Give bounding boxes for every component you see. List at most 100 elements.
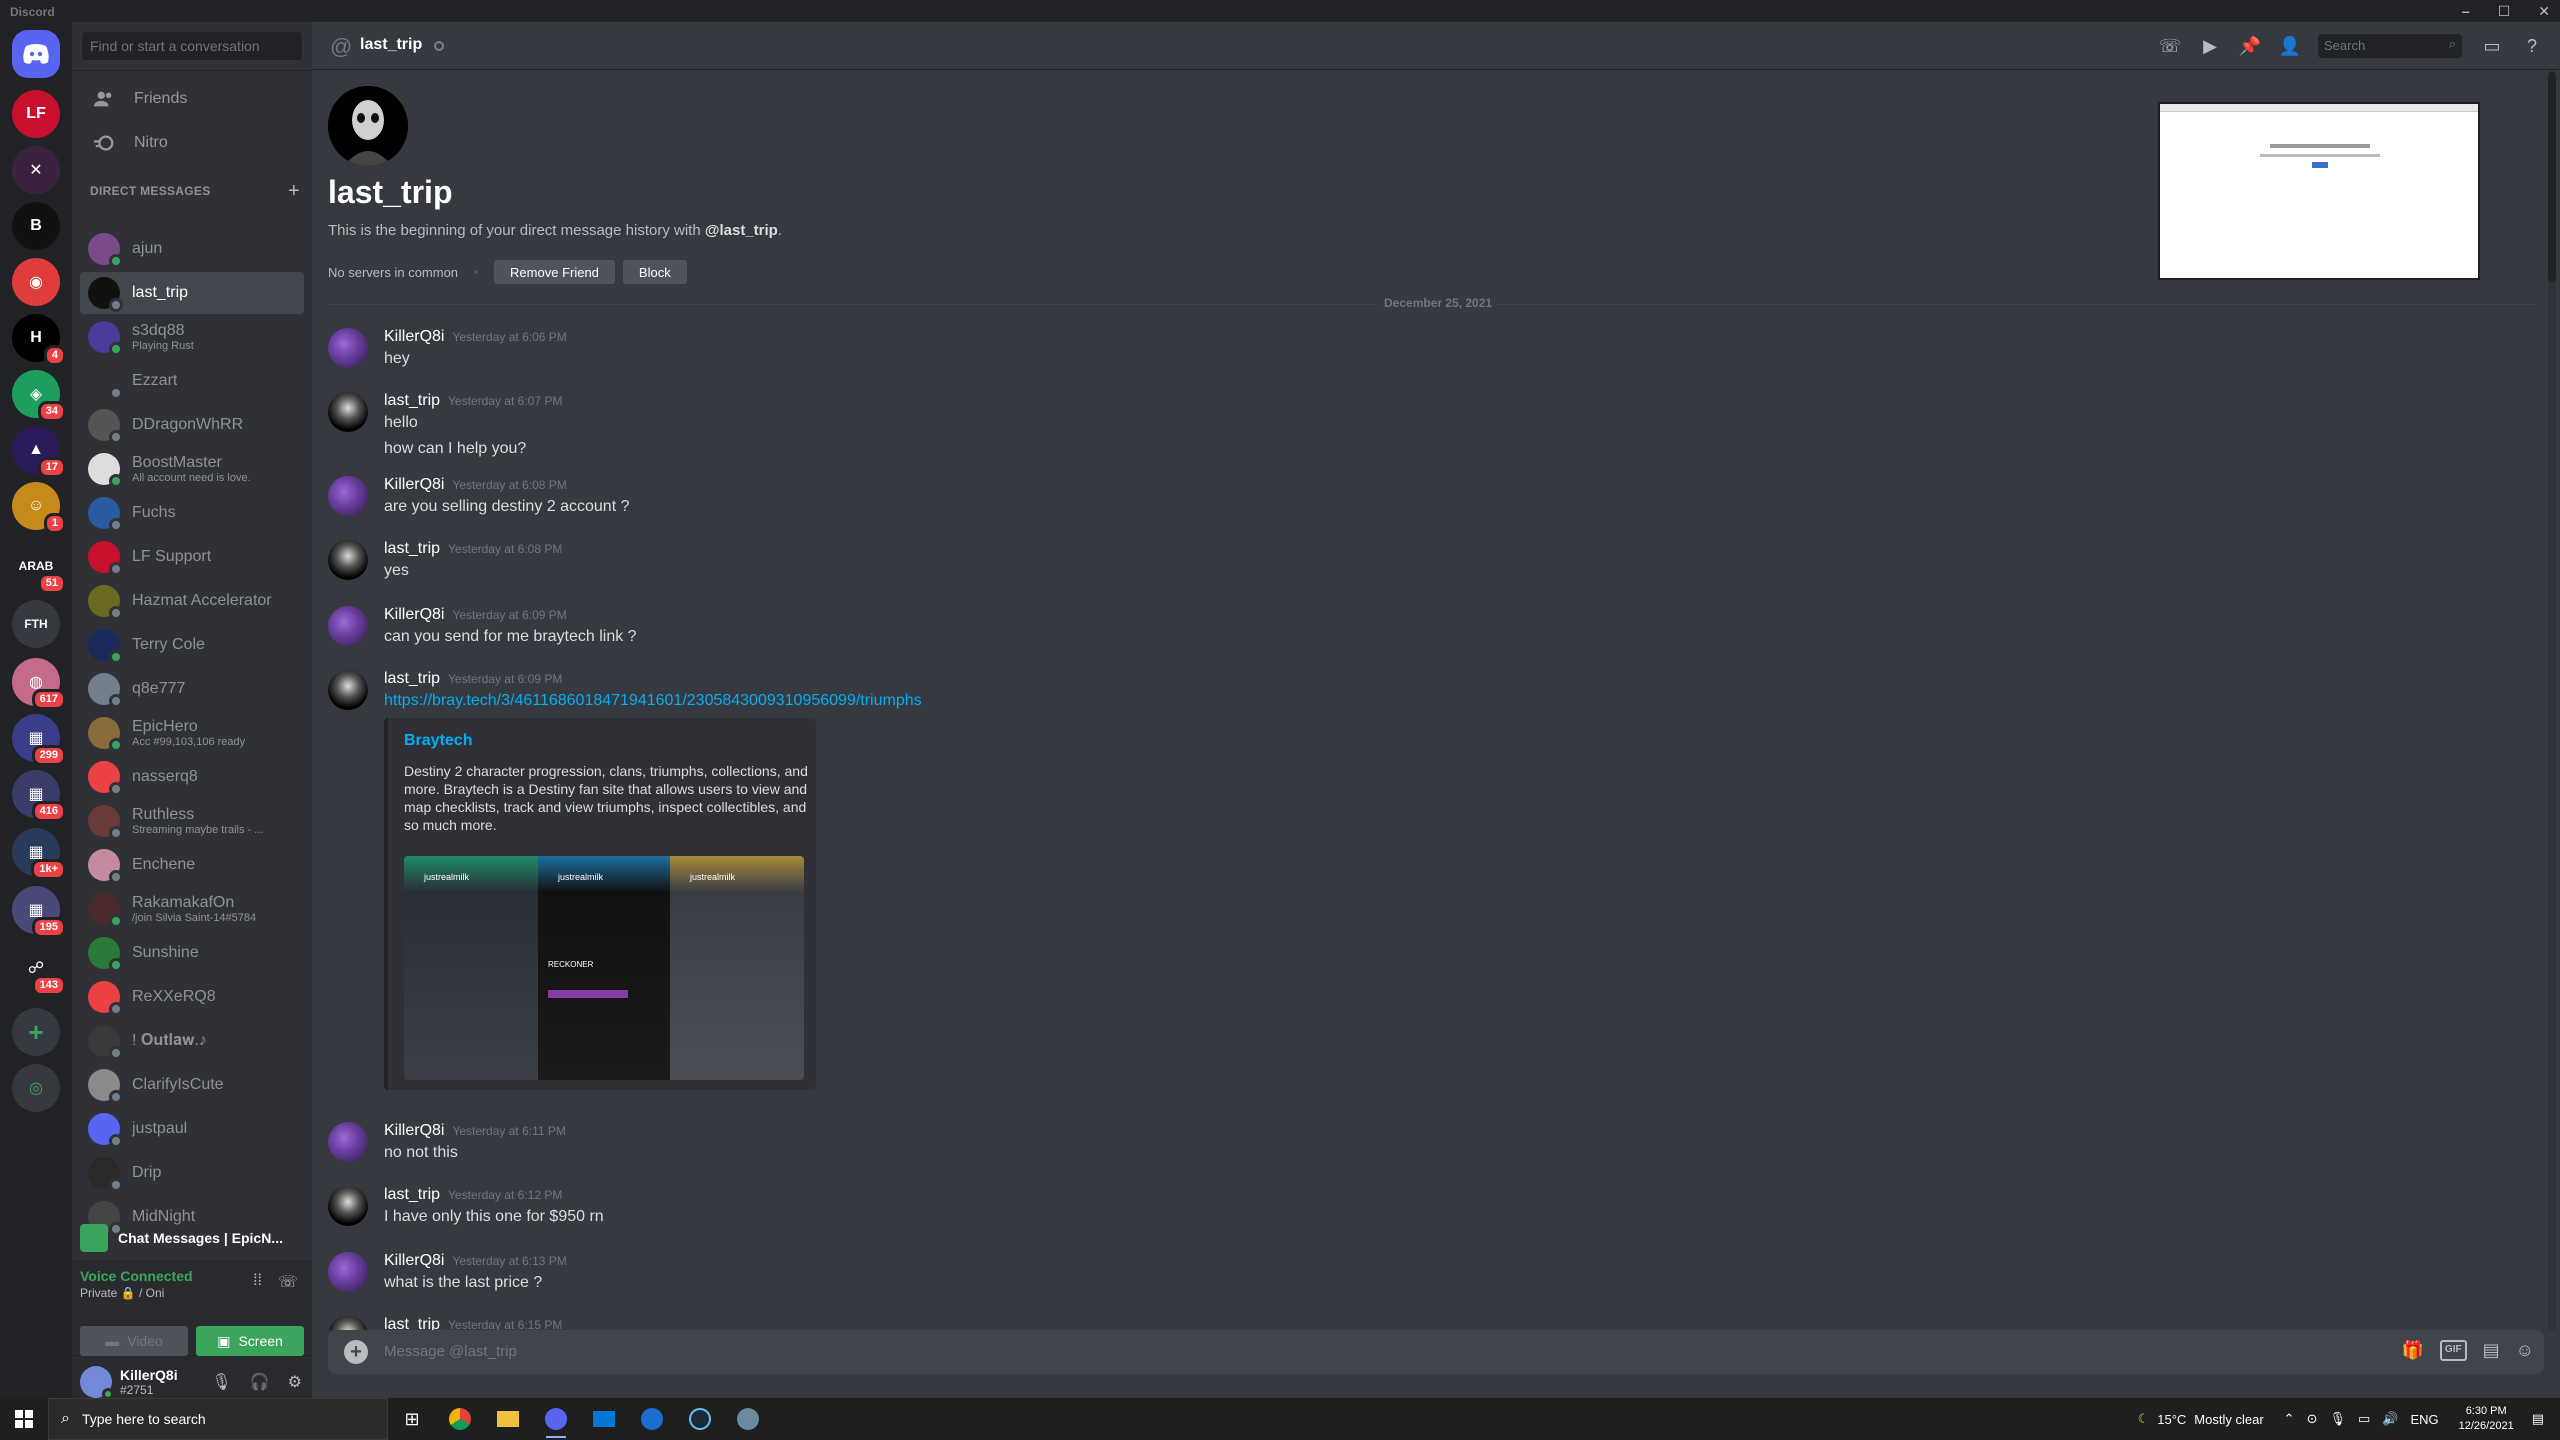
- chrome-icon[interactable]: [436, 1398, 484, 1440]
- message-composer[interactable]: + Message @last_trip 🎁 GIF ▤ ☺: [328, 1330, 2544, 1374]
- dm-item[interactable]: nasserq8: [80, 756, 304, 798]
- voice-connected-label[interactable]: Voice Connected: [80, 1268, 193, 1284]
- dm-item[interactable]: Terry Cole: [80, 624, 304, 666]
- server-icon-11[interactable]: ◍ 617: [12, 658, 66, 710]
- app2-icon[interactable]: [724, 1398, 772, 1440]
- dm-item[interactable]: ! 𝐎𝐮𝐭𝐥𝐚𝐰.♪: [80, 1020, 304, 1062]
- friends-nav-item[interactable]: Friends: [80, 78, 304, 120]
- server-icon-14[interactable]: ▦ 1k+: [12, 828, 66, 880]
- avatar[interactable]: [328, 606, 368, 646]
- dm-item[interactable]: Ezzart: [80, 360, 304, 402]
- server-icon-9[interactable]: ARAB 51: [12, 542, 66, 594]
- dm-item[interactable]: LF Support: [80, 536, 304, 578]
- windows-start-icon[interactable]: [0, 1398, 48, 1440]
- microphone-icon[interactable]: 🎙: [211, 1372, 231, 1392]
- dm-item[interactable]: ClarifyIsCute: [80, 1064, 304, 1106]
- server-icon-16[interactable]: ☍ 143: [12, 944, 66, 996]
- message-link[interactable]: https://bray.tech/3/4611686018471941601/…: [384, 692, 922, 710]
- message-author[interactable]: KillerQ8i: [384, 476, 444, 493]
- server-icon-1[interactable]: LF: [12, 90, 60, 138]
- gift-icon[interactable]: 🎁: [2402, 1340, 2424, 1361]
- inbox-icon[interactable]: ▭: [2480, 34, 2504, 58]
- video-call-icon[interactable]: ▶: [2198, 34, 2222, 58]
- message-author[interactable]: KillerQ8i: [384, 328, 444, 345]
- message-author[interactable]: last_trip: [384, 540, 440, 557]
- tray-app-icon[interactable]: ⊙: [2307, 1411, 2318, 1427]
- settings-gear-icon[interactable]: ⚙: [288, 1372, 302, 1392]
- task-view-icon[interactable]: ⊞: [388, 1398, 436, 1440]
- message-author[interactable]: KillerQ8i: [384, 1252, 444, 1269]
- avatar[interactable]: [328, 1316, 368, 1330]
- profile-avatar[interactable]: [328, 86, 408, 166]
- taskbar-search[interactable]: ⌕ Type here to search: [48, 1398, 388, 1440]
- headphones-icon[interactable]: 🎧: [250, 1372, 270, 1392]
- volume-icon[interactable]: 🔊: [2382, 1411, 2398, 1427]
- dm-item[interactable]: Enchene: [80, 844, 304, 886]
- add-server-icon[interactable]: +: [12, 1008, 60, 1056]
- message-author[interactable]: last_trip: [384, 670, 440, 687]
- screen-share-preview[interactable]: [2158, 102, 2480, 280]
- language-indicator[interactable]: ENG: [2410, 1412, 2438, 1427]
- message-author[interactable]: last_trip: [384, 392, 440, 409]
- discord-taskbar-icon[interactable]: [532, 1398, 580, 1440]
- mail-icon[interactable]: [580, 1398, 628, 1440]
- chevron-up-icon[interactable]: ⌃: [2284, 1411, 2295, 1427]
- server-icon-7[interactable]: ▲ 17: [12, 426, 66, 478]
- voice-call-icon[interactable]: ☏: [2158, 34, 2182, 58]
- server-icon-6[interactable]: ◈ 34: [12, 370, 66, 422]
- server-icon-8[interactable]: ☺ 1: [12, 482, 66, 534]
- dm-item[interactable]: ajun: [80, 228, 304, 270]
- disconnect-icon[interactable]: ☏: [278, 1272, 298, 1292]
- avatar[interactable]: [328, 1122, 368, 1162]
- dm-item[interactable]: justpaul: [80, 1108, 304, 1150]
- dm-item[interactable]: RakamakafOn/join Silvia Saint-14#5784: [80, 888, 304, 930]
- avatar[interactable]: [328, 540, 368, 580]
- message-author[interactable]: last_trip: [384, 1316, 440, 1330]
- avatar[interactable]: [328, 670, 368, 710]
- notifications-icon[interactable]: ▤: [2532, 1411, 2544, 1427]
- mic-icon[interactable]: 🎙: [2329, 1411, 2346, 1427]
- dm-item[interactable]: q8e777: [80, 668, 304, 710]
- server-icon-10[interactable]: FTH: [12, 600, 60, 648]
- noise-suppression-icon[interactable]: ⁞⁞: [253, 1272, 262, 1290]
- help-icon[interactable]: ?: [2520, 34, 2544, 58]
- server-icon-15[interactable]: ▦ 195: [12, 886, 66, 938]
- dm-item[interactable]: BoostMaster All account need is love.: [80, 448, 304, 490]
- header-search-input[interactable]: Search ⌕: [2318, 34, 2462, 58]
- pin-icon[interactable]: 📌: [2238, 34, 2262, 58]
- avatar[interactable]: [80, 1366, 114, 1400]
- create-dm-icon[interactable]: +: [288, 180, 300, 203]
- server-icon-4[interactable]: ◉: [12, 258, 60, 306]
- embed-title[interactable]: Braytech: [404, 732, 472, 750]
- file-explorer-icon[interactable]: [484, 1398, 532, 1440]
- server-icon-13[interactable]: ▦ 416: [12, 770, 66, 822]
- dm-item[interactable]: Sunshine: [80, 932, 304, 974]
- dm-item[interactable]: Drip: [80, 1152, 304, 1194]
- intro-user[interactable]: @last_trip: [705, 222, 778, 239]
- message-input[interactable]: Message @last_trip: [384, 1343, 517, 1360]
- network-icon[interactable]: ▭: [2358, 1411, 2370, 1427]
- chat-messages-panel[interactable]: Chat Messages | EpicN...: [72, 1216, 312, 1260]
- dm-item[interactable]: Ruthless Streaming maybe trails - ...: [80, 800, 304, 842]
- explore-compass-icon[interactable]: ◎: [12, 1064, 60, 1112]
- voice-channel-label[interactable]: Private 🔒 / Oni: [80, 1286, 164, 1300]
- scrollbar-thumb[interactable]: [2548, 72, 2556, 282]
- embed-image[interactable]: justrealmilk justrealmilk RECKONER justreal…: [404, 856, 804, 1080]
- server-icon-2[interactable]: ✕: [12, 146, 60, 194]
- clock[interactable]: 6:30 PM 12/26/2021: [2459, 1404, 2514, 1434]
- block-button[interactable]: Block: [622, 260, 687, 284]
- attach-plus-icon[interactable]: +: [344, 1340, 368, 1364]
- dm-item[interactable]: s3dq88 Playing Rust: [80, 316, 304, 358]
- dm-item[interactable]: DDragonWhRR: [80, 404, 304, 446]
- remove-friend-button[interactable]: Remove Friend: [494, 260, 615, 284]
- nitro-nav-item[interactable]: Nitro: [80, 122, 304, 164]
- sticker-icon[interactable]: ▤: [2483, 1340, 2500, 1361]
- maximize-button[interactable]: ☐: [2498, 3, 2511, 20]
- server-icon-5[interactable]: H4: [12, 314, 66, 366]
- server-icon-0[interactable]: [12, 30, 60, 78]
- server-icon-3[interactable]: B: [12, 202, 60, 250]
- dm-item[interactable]: Hazmat Accelerator: [80, 580, 304, 622]
- message-author[interactable]: KillerQ8i: [384, 1122, 444, 1139]
- weather-widget[interactable]: ☾ 15°C Mostly clear: [2138, 1411, 2264, 1427]
- message-author[interactable]: last_trip: [384, 1186, 440, 1203]
